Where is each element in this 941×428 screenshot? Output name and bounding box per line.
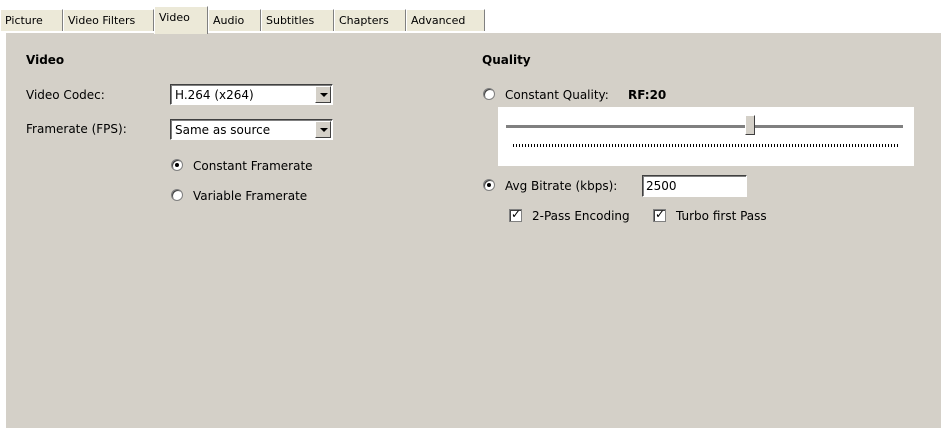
tab-label: Video Filters: [68, 14, 136, 27]
video-codec-select[interactable]: H.264 (x264): [170, 84, 333, 105]
radio-selected-dot: [175, 163, 179, 167]
framerate-dropdown-button[interactable]: [315, 121, 331, 138]
constant-quality-radio[interactable]: [483, 88, 495, 100]
constant-framerate-radio[interactable]: [171, 159, 183, 171]
framerate-value: Same as source: [175, 123, 271, 137]
chevron-down-icon: [320, 128, 328, 132]
avg-bitrate-input[interactable]: 2500: [642, 175, 747, 197]
tab-label: Audio: [213, 14, 245, 27]
tab-chapters[interactable]: Chapters: [334, 9, 406, 31]
constant-quality-label[interactable]: Constant Quality:: [505, 88, 609, 102]
avg-bitrate-value: 2500: [646, 179, 677, 193]
radio-selected-dot: [487, 183, 491, 187]
slider-thumb[interactable]: [745, 115, 756, 135]
tab-strip: Picture Video Filters Video Audio Subtit…: [0, 0, 941, 34]
quality-heading: Quality: [482, 53, 531, 67]
two-pass-label[interactable]: 2-Pass Encoding: [532, 209, 630, 223]
chevron-down-icon: [320, 93, 328, 97]
tab-advanced[interactable]: Advanced: [406, 9, 485, 31]
turbo-first-pass-checkbox[interactable]: ✓: [653, 207, 666, 222]
tab-label: Picture: [5, 14, 43, 27]
framerate-label: Framerate (FPS):: [26, 122, 127, 136]
video-settings-panel: Video Video Codec: H.264 (x264) Framerat…: [6, 32, 941, 428]
two-pass-checkbox[interactable]: ✓: [509, 207, 522, 222]
slider-ticks: [513, 144, 898, 147]
tab-label: Advanced: [411, 14, 466, 27]
tab-picture[interactable]: Picture: [0, 9, 63, 31]
rf-value: RF:20: [628, 88, 667, 102]
turbo-first-pass-label[interactable]: Turbo first Pass: [676, 209, 767, 223]
video-codec-dropdown-button[interactable]: [315, 86, 331, 103]
tab-label: Chapters: [339, 14, 389, 27]
variable-framerate-radio[interactable]: [171, 189, 183, 201]
tab-video-filters[interactable]: Video Filters: [63, 9, 154, 31]
video-heading: Video: [26, 53, 65, 67]
constant-framerate-label[interactable]: Constant Framerate: [193, 159, 313, 173]
framerate-select[interactable]: Same as source: [170, 119, 333, 140]
tab-audio[interactable]: Audio: [208, 9, 261, 31]
checkmark-icon: ✓: [655, 207, 666, 221]
avg-bitrate-label[interactable]: Avg Bitrate (kbps):: [505, 179, 617, 193]
checkmark-icon: ✓: [511, 207, 522, 221]
video-codec-value: H.264 (x264): [175, 88, 254, 102]
tab-label: Video: [159, 11, 190, 24]
variable-framerate-label[interactable]: Variable Framerate: [193, 189, 307, 203]
slider-track: [506, 125, 903, 129]
quality-slider[interactable]: [498, 107, 914, 166]
video-codec-label: Video Codec:: [26, 88, 105, 102]
tab-label: Subtitles: [266, 14, 315, 27]
tab-video[interactable]: Video: [154, 6, 208, 34]
avg-bitrate-radio[interactable]: [483, 179, 495, 191]
tab-subtitles[interactable]: Subtitles: [261, 9, 334, 31]
